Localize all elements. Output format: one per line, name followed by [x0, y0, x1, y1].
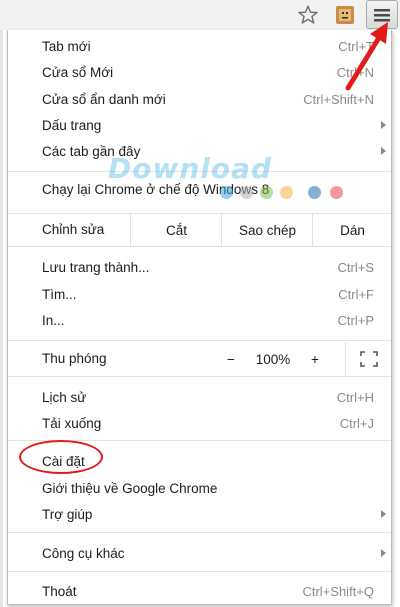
menu-item-label: Dấu trang: [42, 117, 102, 133]
edit-row-label: Chỉnh sửa: [42, 222, 105, 237]
zoom-in-button[interactable]: +: [302, 342, 328, 376]
menu-separator: [8, 340, 391, 341]
zoom-out-button[interactable]: −: [218, 342, 244, 376]
submenu-arrow-icon: [381, 549, 386, 557]
menu-separator: [8, 571, 391, 572]
menu-item-label: Giới thiệu về Google Chrome: [42, 480, 218, 496]
menu-separator: [8, 376, 391, 377]
zoom-level-value: 100%: [255, 351, 291, 367]
paste-button[interactable]: Dán: [312, 214, 392, 246]
menu-item-label: Tab mới: [42, 38, 91, 54]
menu-item-label: Lưu trang thành...: [42, 259, 150, 275]
menu-item-downloads[interactable]: Tải xuống Ctrl+J: [8, 410, 391, 436]
menu-item-label: Công cụ khác: [42, 545, 125, 561]
menu-item-label: Các tab gần đây: [42, 143, 141, 159]
menu-item-label: Tải xuống: [42, 415, 102, 431]
menu-item-label: Lịch sử: [42, 389, 87, 405]
menu-item-label: Trợ giúp: [42, 506, 93, 522]
zoom-level: 100%: [246, 342, 300, 376]
menu-item-shortcut: Ctrl+F: [338, 286, 374, 302]
page-background-edge: [0, 30, 3, 607]
menu-item-history[interactable]: Lịch sử Ctrl+H: [8, 384, 391, 410]
menu-item-bookmarks[interactable]: Dấu trang: [8, 112, 391, 138]
zoom-row-label: Thu phóng: [42, 351, 107, 366]
red-arrow-annotation: [345, 22, 388, 91]
copy-button[interactable]: Sao chép: [221, 214, 313, 246]
menu-item-label: Thoát: [42, 583, 77, 599]
fullscreen-icon: [360, 351, 378, 367]
menu-item-label: Tìm...: [42, 286, 77, 302]
menu-item-recent-tabs[interactable]: Các tab gần đây: [8, 138, 391, 164]
menu-item-new-tab[interactable]: Tab mới Ctrl+T: [8, 33, 391, 59]
star-outline-icon: [298, 5, 318, 24]
zoom-row: Thu phóng − 100% +: [8, 342, 391, 376]
menu-item-shortcut: Ctrl+H: [336, 389, 374, 405]
submenu-arrow-icon: [381, 510, 386, 518]
menu-item-shortcut: Ctrl+J: [339, 415, 374, 431]
menu-item-print[interactable]: In... Ctrl+P: [8, 307, 391, 333]
fullscreen-button[interactable]: [345, 342, 392, 376]
menu-item-label: Cửa sổ Mới: [42, 64, 114, 80]
paste-label: Dán: [340, 222, 365, 238]
copy-label: Sao chép: [238, 222, 297, 238]
cut-button[interactable]: Cắt: [130, 214, 222, 246]
menu-item-relaunch-windows8[interactable]: Chạy lại Chrome ở chế độ Windows 8: [8, 176, 391, 202]
menu-separator: [8, 171, 391, 172]
menu-item-help[interactable]: Trợ giúp: [8, 501, 391, 527]
menu-item-shortcut: Ctrl+S: [337, 259, 374, 275]
settings-highlight-ring: [19, 440, 103, 474]
menu-item-save-page[interactable]: Lưu trang thành... Ctrl+S: [8, 254, 391, 280]
menu-separator: [8, 532, 391, 533]
menu-item-exit[interactable]: Thoát Ctrl+Shift+Q: [8, 578, 391, 604]
menu-item-about-chrome[interactable]: Giới thiệu về Google Chrome: [8, 475, 391, 501]
menu-item-new-window[interactable]: Cửa sổ Mới Ctrl+N: [8, 59, 391, 85]
menu-item-shortcut: Ctrl+P: [337, 312, 374, 328]
menu-item-label: Cửa sổ ẩn danh mới: [42, 91, 166, 107]
cut-label: Cắt: [165, 222, 187, 238]
menu-item-shortcut: Ctrl+Shift+Q: [302, 583, 374, 599]
menu-item-more-tools[interactable]: Công cụ khác: [8, 540, 391, 566]
bookmark-star-button[interactable]: [295, 2, 321, 28]
chrome-main-menu: Tab mới Ctrl+T Cửa sổ Mới Ctrl+N Cửa sổ …: [7, 30, 392, 605]
submenu-arrow-icon: [381, 121, 386, 129]
edit-row: Chỉnh sửa Cắt Sao chép Dán: [8, 214, 391, 246]
menu-separator: [8, 246, 391, 247]
menu-item-new-incognito-window[interactable]: Cửa sổ ẩn danh mới Ctrl+Shift+N: [8, 86, 391, 112]
submenu-arrow-icon: [381, 147, 386, 155]
zoom-out-label: −: [227, 351, 235, 367]
zoom-in-label: +: [311, 351, 319, 367]
menu-item-find[interactable]: Tìm... Ctrl+F: [8, 281, 391, 307]
menu-item-label: Chạy lại Chrome ở chế độ Windows 8: [42, 181, 270, 197]
menu-item-label: In...: [42, 312, 65, 328]
